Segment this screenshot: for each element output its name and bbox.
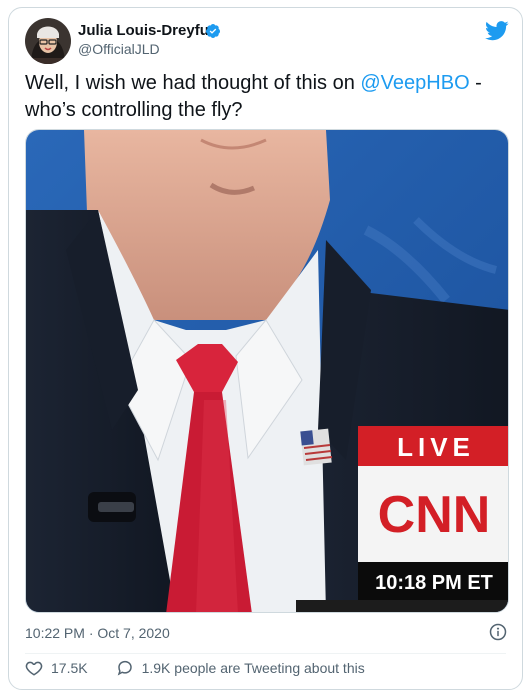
info-icon[interactable] [489,623,507,641]
broadcast-time: 10:18 PM ET [375,572,493,594]
tweet-text-part: Well, I wish we had thought of this on [25,72,361,94]
cnn-logo: CNN [378,486,491,544]
tweeting-about-action[interactable]: 1.9K people are Tweeting about this [116,659,365,677]
author-avatar[interactable] [25,18,71,64]
author-name[interactable]: Julia Louis-Dreyfus [78,22,217,39]
mention-link[interactable]: @VeepHBO [360,72,469,94]
tweet-actions: 17.5K 1.9K people are Tweeting about thi… [25,659,365,677]
tweet-media-image[interactable]: LIVE CNN 10:18 PM ET [25,129,509,613]
divider [25,653,506,654]
author-handle[interactable]: @OfficialJLD [78,41,160,57]
like-count: 17.5K [51,660,88,676]
verified-badge-icon [205,24,220,38]
tweet-text: Well, I wish we had thought of this on @… [25,70,505,124]
twitter-bird-icon[interactable] [485,21,509,41]
tweeting-about-text: 1.9K people are Tweeting about this [141,660,365,676]
tweet-card: Julia Louis-Dreyfus @OfficialJLD Well, I… [8,7,523,690]
reply-bubble-icon [117,660,132,676]
live-badge: LIVE [397,432,475,462]
like-action[interactable]: 17.5K [25,659,88,677]
heart-icon [25,661,43,676]
tweet-timestamp[interactable]: 10:22 PM · Oct 7, 2020 [25,625,170,641]
